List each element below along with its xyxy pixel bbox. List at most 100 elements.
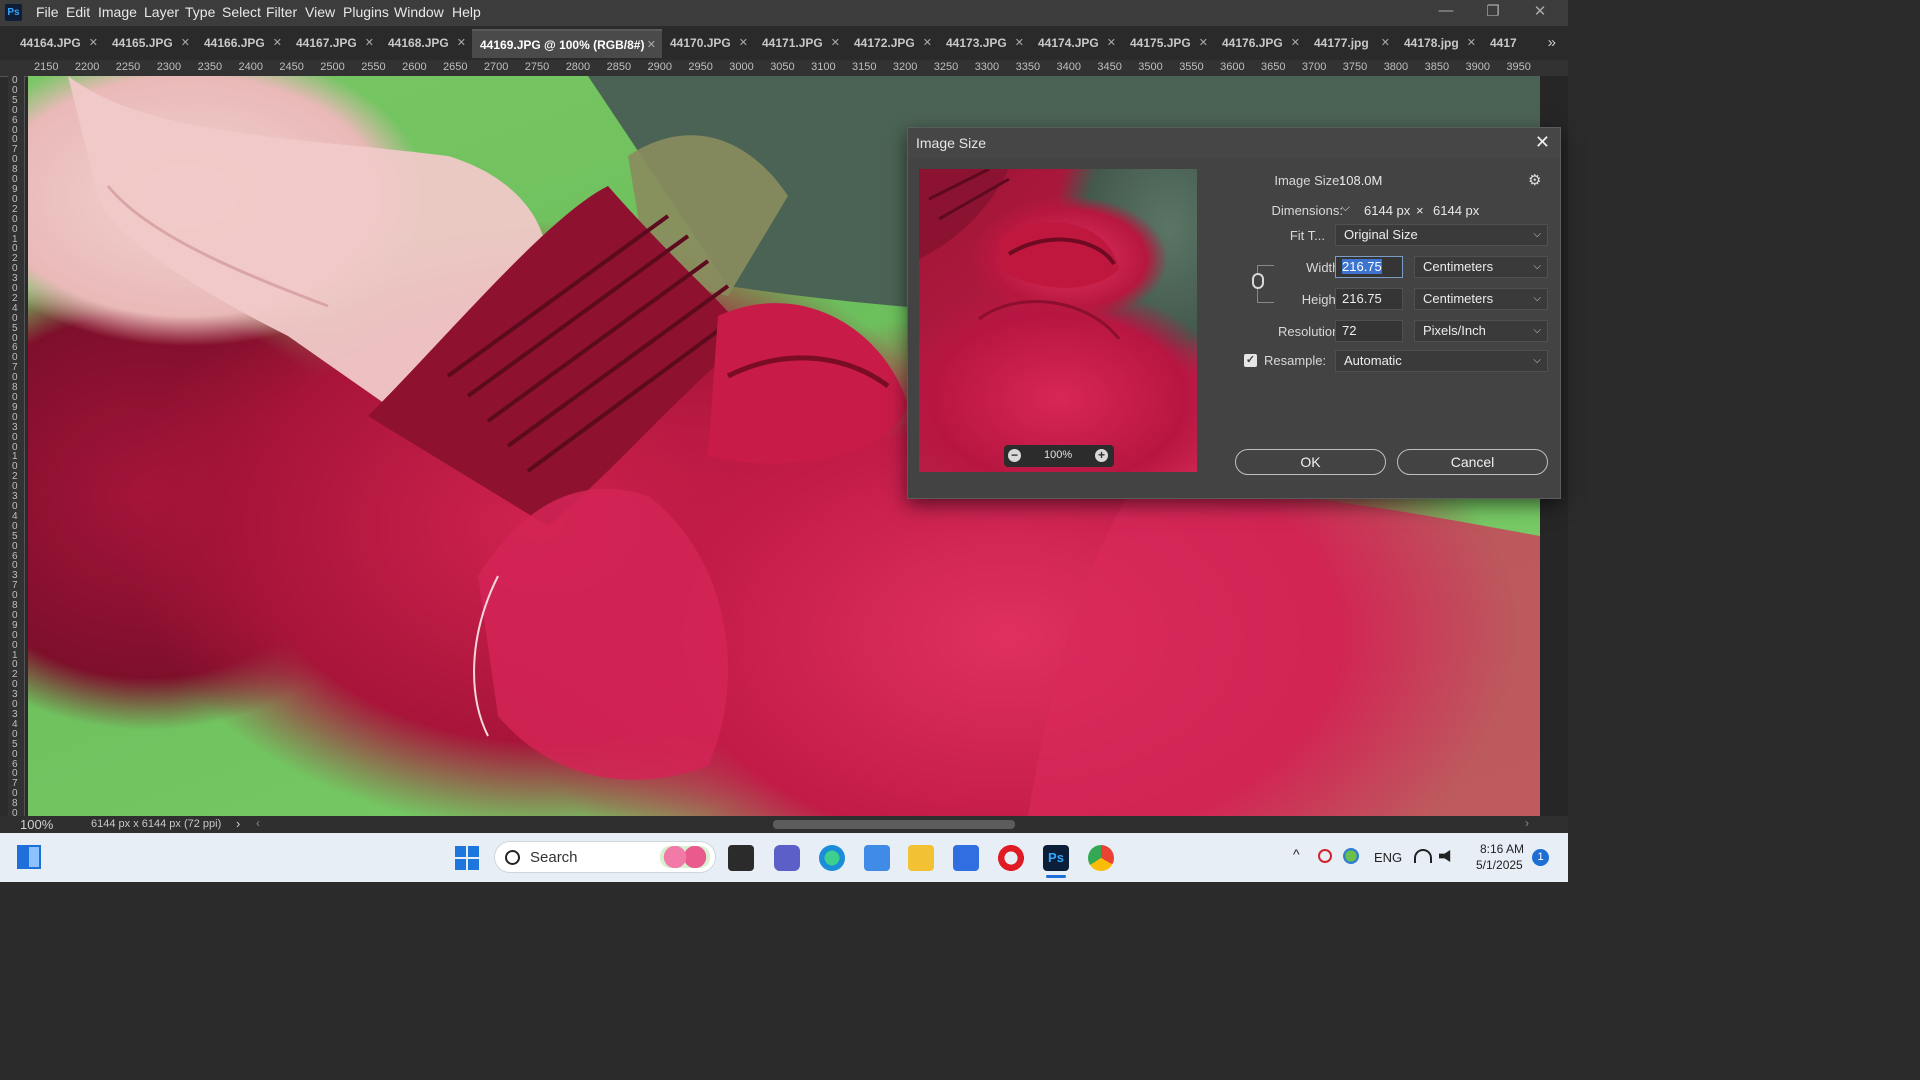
clock-date[interactable]: 5/1/2025 [1476,858,1523,872]
height-value: 216.75 [1342,291,1382,306]
photoshop-taskbar-icon[interactable]: Ps [1043,845,1069,871]
tab-close-icon[interactable]: ✕ [831,29,840,57]
task-view-icon[interactable] [728,845,754,871]
tab-close-icon[interactable]: ✕ [89,29,98,57]
tab-close-icon[interactable]: ✕ [1381,29,1390,57]
tab-close-icon[interactable]: ✕ [739,29,748,57]
tab-44165[interactable]: 44165.JPG ✕ [104,29,196,58]
tab-44173[interactable]: 44173.JPG ✕ [938,29,1030,58]
tab-close-icon[interactable]: ✕ [1015,29,1024,57]
zoom-in-icon[interactable]: + [1095,449,1108,462]
tray-globe-icon[interactable] [1343,848,1359,864]
tab-44164[interactable]: 44164.JPG ✕ [12,29,104,58]
tab-close-icon[interactable]: ✕ [273,29,282,57]
resolution-input[interactable]: 72 [1335,320,1403,342]
tab-close-icon[interactable]: ✕ [923,29,932,57]
tab-close-icon[interactable]: ✕ [1467,29,1476,57]
ruler-tick-label: 3100 [811,61,836,73]
tab-44177[interactable]: 44177.jpg ✕ [1306,29,1396,58]
settings-gear-icon[interactable]: ⚙ [1528,171,1541,189]
taskbar-search-box[interactable]: Search [494,841,716,873]
zoom-out-icon[interactable]: − [1008,449,1021,462]
wifi-icon[interactable] [1414,849,1432,863]
tray-up-arrow-icon[interactable]: ^ [1293,846,1300,862]
tab-44170[interactable]: 44170.JPG ✕ [662,29,754,58]
edge-browser-icon[interactable] [819,845,845,871]
tab-close-icon[interactable]: ✕ [1199,29,1208,57]
hscroll-left-icon[interactable]: ‹ [256,816,260,830]
menu-window[interactable]: Window [394,4,444,20]
menu-image[interactable]: Image [98,4,137,20]
tab-4417-partial[interactable]: 4417 [1482,29,1528,58]
minimize-icon[interactable]: — [1436,2,1456,19]
tab-44176[interactable]: 44176.JPG ✕ [1214,29,1306,58]
notification-badge[interactable]: 1 [1532,849,1549,866]
tab-close-icon[interactable]: ✕ [1107,29,1116,57]
chevron-down-icon: ⌵ [1533,261,1541,272]
tab-44169-active[interactable]: 44169.JPG @ 100% (RGB/8#) ✕ [472,29,662,58]
ruler-tick-label: 3850 [1424,61,1450,73]
menu-layer[interactable]: Layer [144,4,179,20]
widgets-icon[interactable] [17,845,41,869]
width-unit-dropdown[interactable]: Centimeters ⌵ [1414,256,1548,278]
tab-close-icon[interactable]: ✕ [647,31,656,59]
tab-44167[interactable]: 44167.JPG ✕ [288,29,380,58]
tab-close-icon[interactable]: ✕ [181,29,190,57]
tab-close-icon[interactable]: ✕ [457,29,466,57]
status-zoom[interactable]: 100% [20,817,53,832]
dimensions-chevron-icon[interactable]: ⌵ [1341,200,1350,215]
snipping-tool-icon[interactable] [864,845,890,871]
dialog-titlebar[interactable] [908,128,1560,158]
tray-language[interactable]: ENG [1374,850,1402,865]
constrain-proportions-link-icon[interactable] [1252,273,1264,289]
close-icon[interactable]: ✕ [1535,132,1550,153]
clock-time[interactable]: 8:16 AM [1480,842,1524,856]
status-doc-info: 6144 px x 6144 px (72 ppi) [91,818,222,830]
menu-filter[interactable]: Filter [266,4,297,20]
tab-44168[interactable]: 44168.JPG ✕ [380,29,472,58]
file-explorer-icon[interactable] [908,845,934,871]
menu-edit[interactable]: Edit [66,4,90,20]
width-label: Width: [1306,260,1343,275]
ruler-tick-label: 2200 [74,61,100,73]
height-unit-dropdown[interactable]: Centimeters ⌵ [1414,288,1548,310]
menu-plugins[interactable]: Plugins [343,4,389,20]
tab-44178[interactable]: 44178.jpg ✕ [1396,29,1482,58]
resample-dropdown[interactable]: Automatic ⌵ [1335,350,1548,372]
menu-select[interactable]: Select [222,4,261,20]
opera-browser-icon[interactable] [998,845,1024,871]
microsoft-store-icon[interactable] [953,845,979,871]
menu-view[interactable]: View [305,4,335,20]
resolution-unit-dropdown[interactable]: Pixels/Inch ⌵ [1414,320,1548,342]
tab-44171[interactable]: 44171.JPG ✕ [754,29,846,58]
tab-44166[interactable]: 44166.JPG ✕ [196,29,288,58]
maximize-icon[interactable]: ❐ [1483,2,1503,20]
volume-muted-icon[interactable] [1439,850,1451,862]
tab-44175[interactable]: 44175.JPG ✕ [1122,29,1214,58]
teams-chat-icon[interactable] [774,845,800,871]
tab-label: 4417 [1490,36,1517,50]
ruler-tick-label: 2650 [443,61,468,73]
close-window-icon[interactable]: ✕ [1530,2,1550,20]
chrome-browser-icon[interactable] [1088,845,1114,871]
width-input[interactable]: 216.75 [1335,256,1403,278]
status-arrow-icon[interactable]: › [236,816,240,831]
height-input[interactable]: 216.75 [1335,288,1403,310]
resample-checkbox[interactable]: ✓ [1244,354,1257,367]
ok-button[interactable]: OK [1235,449,1386,475]
tab-close-icon[interactable]: ✕ [365,29,374,57]
fit-to-dropdown[interactable]: Original Size ⌵ [1335,224,1548,246]
horizontal-scroll-thumb[interactable] [773,820,1015,829]
tray-app-icon[interactable] [1318,849,1332,863]
menu-file[interactable]: File [36,4,59,20]
start-windows-icon[interactable] [455,846,479,870]
tab-44172[interactable]: 44172.JPG ✕ [846,29,938,58]
tab-44174[interactable]: 44174.JPG ✕ [1030,29,1122,58]
image-preview[interactable]: − 100% + [919,169,1197,472]
cancel-button[interactable]: Cancel [1397,449,1548,475]
menu-help[interactable]: Help [452,4,481,20]
more-tabs-icon[interactable]: » [1548,34,1556,51]
menu-type[interactable]: Type [185,4,215,20]
hscroll-right-icon[interactable]: › [1525,816,1529,830]
tab-close-icon[interactable]: ✕ [1291,29,1300,57]
